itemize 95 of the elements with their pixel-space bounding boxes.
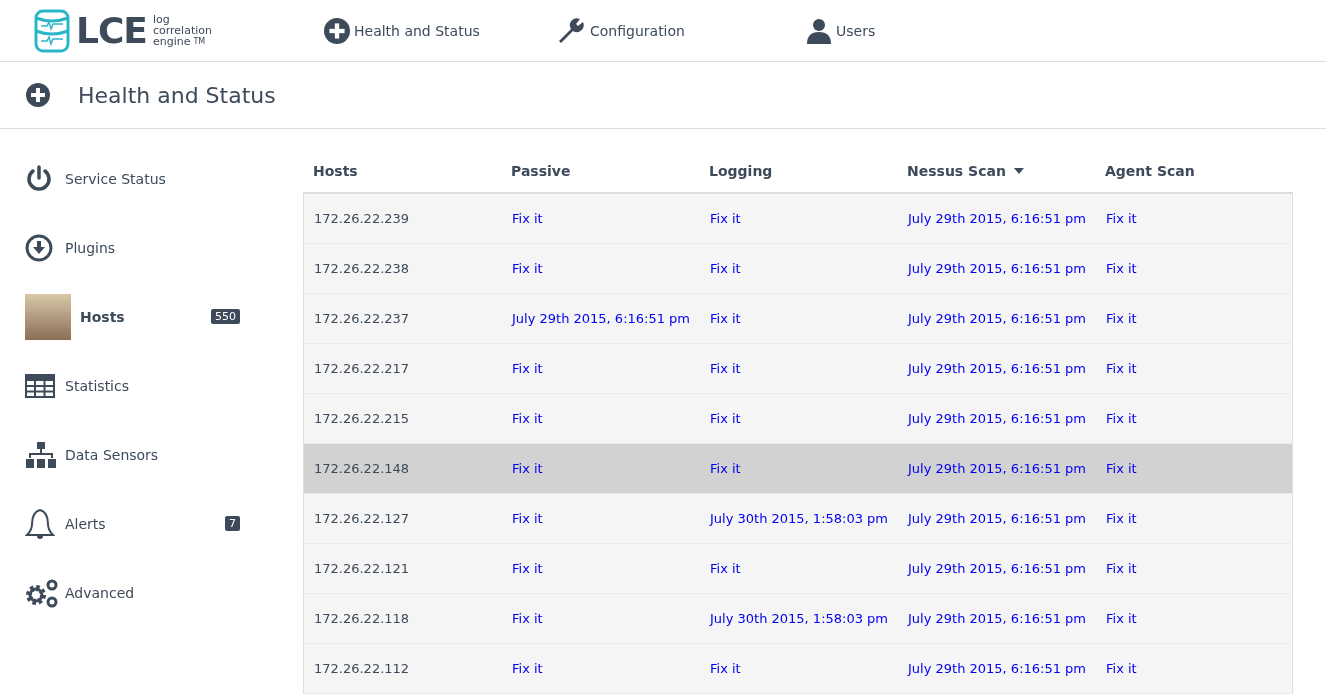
status-link[interactable]: Fix it xyxy=(1096,561,1137,576)
table-row[interactable]: 172.26.22.217 Fix it Fix it July 29th 2015, 6:16:51 pm Fix it xyxy=(303,344,1293,394)
status-link[interactable]: Fix it xyxy=(1096,211,1137,226)
host-address: 172.26.22.148 xyxy=(313,461,411,476)
bell-icon xyxy=(25,507,55,540)
table-row[interactable]: 172.26.22.238 Fix it Fix it July 29th 2015, 6:16:51 pm Fix it xyxy=(303,244,1293,294)
table-row[interactable]: 172.26.22.127 Fix it July 30th 2015, 1:58:03 pm July 29th 2015, 6:16:51 pm Fix it xyxy=(303,494,1293,544)
host-address: 172.26.22.239 xyxy=(313,211,411,226)
status-link[interactable]: Fix it xyxy=(1096,611,1137,626)
status-link[interactable]: Fix it xyxy=(700,311,741,326)
page-title: Health and Status xyxy=(78,82,276,108)
hierarchy-icon xyxy=(25,440,57,469)
column-header[interactable]: Passive xyxy=(501,162,699,179)
status-link[interactable]: Fix it xyxy=(700,261,741,276)
host-address: 172.26.22.121 xyxy=(313,561,411,576)
status-link[interactable]: Fix it xyxy=(700,461,741,476)
table-row[interactable]: 172.26.22.118 Fix it July 30th 2015, 1:58:03 pm July 29th 2015, 6:16:51 pm Fix it xyxy=(303,594,1293,644)
status-link[interactable]: Fix it xyxy=(700,211,741,226)
table-row[interactable]: 172.26.22.239 Fix it Fix it July 29th 2015, 6:16:51 pm Fix it xyxy=(303,194,1293,244)
plus-circle-icon xyxy=(26,83,50,107)
status-link[interactable]: July 30th 2015, 1:58:03 pm xyxy=(700,511,889,526)
power-icon xyxy=(25,164,53,193)
logo-tagline: engine xyxy=(152,36,191,47)
status-link[interactable]: Fix it xyxy=(1096,261,1137,276)
host-address: 172.26.22.127 xyxy=(313,511,411,526)
status-link[interactable]: Fix it xyxy=(1096,461,1137,476)
nav-link[interactable]: Users xyxy=(806,15,876,46)
host-address: 172.26.22.237 xyxy=(313,311,411,326)
sort-caret-icon xyxy=(1013,167,1024,174)
logo-tagline: log xyxy=(152,14,170,25)
user-icon xyxy=(806,17,832,44)
nav-link[interactable]: Configuration xyxy=(556,15,806,46)
sidebar-item[interactable]: Advanced xyxy=(0,558,240,627)
logo-wordmark: LCE xyxy=(76,10,147,51)
status-link[interactable]: Fix it xyxy=(502,261,543,276)
host-address: 172.26.22.217 xyxy=(313,361,411,376)
download-circle-icon xyxy=(25,233,53,262)
status-link[interactable]: July 29th 2015, 6:16:51 pm xyxy=(898,311,1087,326)
status-link[interactable]: July 30th 2015, 1:58:03 pm xyxy=(700,611,889,626)
count-badge: 7 xyxy=(225,516,240,531)
status-link[interactable]: Fix it xyxy=(700,661,741,676)
status-link[interactable]: Fix it xyxy=(502,461,543,476)
status-link[interactable]: July 29th 2015, 6:16:51 pm xyxy=(898,261,1087,276)
status-link[interactable]: Fix it xyxy=(1096,661,1137,676)
column-header[interactable]: Logging xyxy=(699,162,897,179)
column-header[interactable]: Nessus Scan xyxy=(897,162,1095,179)
status-link[interactable]: Fix it xyxy=(700,361,741,376)
plus-circle-icon xyxy=(324,17,350,44)
trademark-mark: TM xyxy=(193,36,206,47)
photo-placeholder xyxy=(25,293,71,340)
status-link[interactable]: July 29th 2015, 6:16:51 pm xyxy=(898,611,1087,626)
host-address: 172.26.22.112 xyxy=(313,661,411,676)
status-link[interactable]: Fix it xyxy=(1096,511,1137,526)
table-row[interactable]: 172.26.22.148 Fix it Fix it July 29th 2015, 6:16:51 pm Fix it xyxy=(303,444,1293,494)
status-link[interactable]: Fix it xyxy=(502,361,543,376)
host-address: 172.26.22.118 xyxy=(313,611,411,626)
status-link[interactable]: Fix it xyxy=(502,511,543,526)
status-link[interactable]: Fix it xyxy=(1096,311,1137,326)
sidebar-item[interactable]: Data Sensors xyxy=(0,420,240,489)
table-row[interactable]: 172.26.22.121 Fix it Fix it July 29th 2015, 6:16:51 pm Fix it xyxy=(303,544,1293,594)
count-badge: 550 xyxy=(211,309,240,324)
sidebar-item[interactable]: Hosts 550 xyxy=(0,282,240,351)
status-link[interactable]: July 29th 2015, 6:16:51 pm xyxy=(898,411,1087,426)
status-link[interactable]: Fix it xyxy=(700,411,741,426)
status-link[interactable]: July 29th 2015, 6:16:51 pm xyxy=(898,511,1087,526)
status-link[interactable]: Fix it xyxy=(502,661,543,676)
sidebar-item[interactable]: Statistics xyxy=(0,351,240,420)
status-link[interactable]: July 29th 2015, 6:16:51 pm xyxy=(898,561,1087,576)
status-link[interactable]: Fix it xyxy=(1096,361,1137,376)
sidebar-item[interactable]: Alerts 7 xyxy=(0,489,240,558)
host-address: 172.26.22.215 xyxy=(313,411,411,426)
gears-icon xyxy=(25,577,59,608)
status-link[interactable]: Fix it xyxy=(502,411,543,426)
column-header[interactable]: Hosts xyxy=(303,162,501,179)
column-header[interactable]: Agent Scan xyxy=(1095,162,1293,179)
table-row[interactable]: 172.26.22.237 July 29th 2015, 6:16:51 pm Fix it July 29th 2015, 6:16:51 pm Fix it xyxy=(303,294,1293,344)
status-link[interactable]: Fix it xyxy=(502,561,543,576)
logo-tagline: correlation xyxy=(152,25,212,36)
status-link[interactable]: July 29th 2015, 6:16:51 pm xyxy=(898,461,1087,476)
table-grid-icon xyxy=(25,373,55,398)
host-address: 172.26.22.238 xyxy=(313,261,411,276)
status-link[interactable]: Fix it xyxy=(502,611,543,626)
sidebar-item[interactable]: Plugins xyxy=(0,213,240,282)
database-logo-icon xyxy=(34,8,70,53)
status-link[interactable]: July 29th 2015, 6:16:51 pm xyxy=(898,661,1087,676)
status-link[interactable]: July 29th 2015, 6:16:51 pm xyxy=(898,361,1087,376)
status-link[interactable]: Fix it xyxy=(700,561,741,576)
table-row[interactable]: 172.26.22.112 Fix it Fix it July 29th 2015, 6:16:51 pm Fix it xyxy=(303,644,1293,694)
sidebar-item[interactable]: Service Status xyxy=(0,144,240,213)
status-link[interactable]: July 29th 2015, 6:16:51 pm xyxy=(898,211,1087,226)
status-link[interactable]: Fix it xyxy=(1096,411,1137,426)
status-link[interactable]: July 29th 2015, 6:16:51 pm xyxy=(502,311,691,326)
nav-link[interactable]: Health and Status xyxy=(324,15,556,46)
status-link[interactable]: Fix it xyxy=(502,211,543,226)
table-row[interactable]: 172.26.22.215 Fix it Fix it July 29th 2015, 6:16:51 pm Fix it xyxy=(303,394,1293,444)
